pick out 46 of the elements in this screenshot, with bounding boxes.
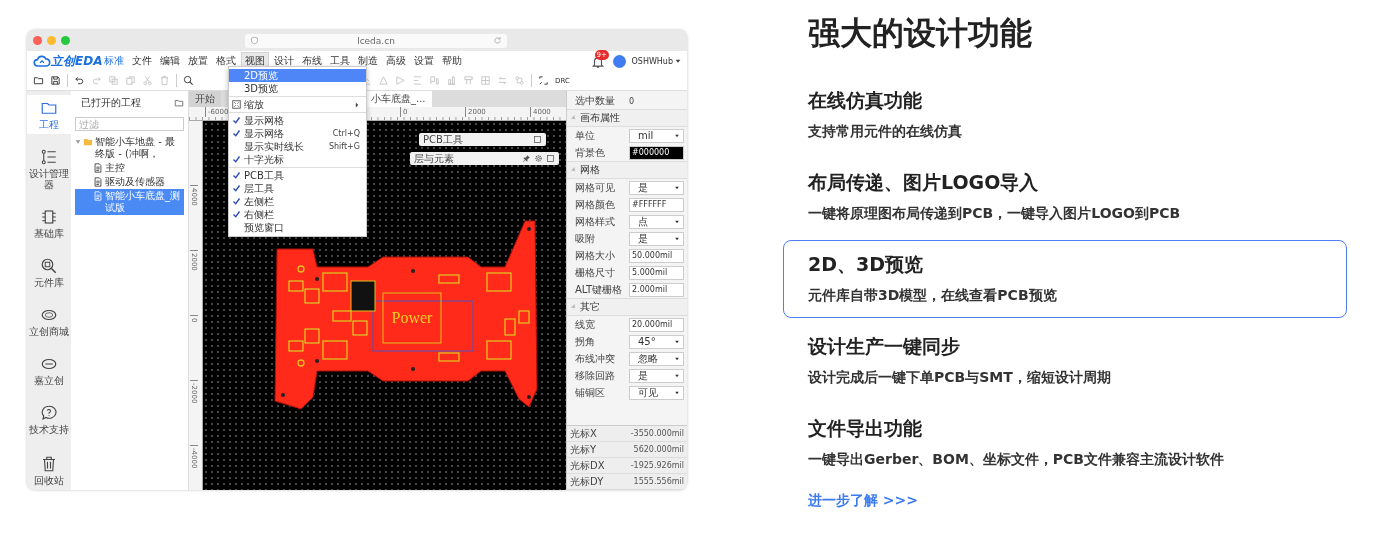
property-label: 布线冲突 — [575, 351, 616, 366]
panel-title: 已打开的工程 — [81, 96, 141, 110]
panel-title: PCB工具 — [423, 133, 464, 146]
cursor-label: 光标X — [570, 426, 598, 441]
cursor-label: 光标Y — [570, 442, 598, 457]
property-label: 网格可见 — [575, 180, 616, 195]
property-label: 选中数量 — [575, 94, 616, 108]
board-label: Power — [391, 309, 433, 326]
feature-title: 在线仿真功能 — [808, 88, 923, 113]
property-label: 吸附 — [575, 231, 596, 246]
shortcut-label: Shift+G — [328, 142, 360, 151]
feature-title: 设计生产一键同步 — [808, 334, 961, 359]
feature-description: 支持常用元件的在线仿真 — [808, 122, 963, 141]
section-title: 其它 — [580, 300, 600, 314]
property-label: 单位 — [575, 128, 596, 143]
property-label: 网格大小 — [575, 248, 616, 263]
feature-title: 文件导出功能 — [808, 416, 923, 441]
property-label: 网格样式 — [575, 214, 616, 229]
cursor-label: 光标DX — [570, 458, 606, 473]
section-heading: 强大的设计功能 — [808, 13, 1033, 54]
panel-title: 层与元素 — [414, 152, 455, 165]
property-label: 线宽 — [575, 317, 596, 332]
cursor-label: 光标DY — [570, 474, 605, 489]
property-label: 背景色 — [575, 145, 606, 160]
cursor-value: 1555.556mil — [632, 477, 684, 486]
property-label: 栅格尺寸 — [575, 265, 616, 280]
property-label: 拐角 — [575, 334, 596, 349]
shortcut-label: Ctrl+Q — [332, 129, 360, 138]
property-label: 铺铜区 — [575, 385, 606, 400]
feature-description: 设计完成后一键下单PCB与SMT，缩短设计周期 — [808, 368, 1112, 387]
property-label: 移除回路 — [575, 368, 616, 383]
feature-description: 一键导出Gerber、BOM、坐标文件，PCB文件兼容主流设计软件 — [808, 450, 1226, 469]
edition-label: 标准 — [104, 54, 125, 68]
selected-count: 0 — [629, 96, 635, 106]
feature-description: 元件库自带3D模型，在线查看PCB预览 — [808, 286, 1058, 305]
app-logo: 立创EDA — [51, 52, 103, 70]
property-label: ALT键栅格 — [575, 282, 624, 297]
feature-description: 一键将原理图布局传递到PCB，一键导入图片LOGO到PCB — [808, 204, 1182, 223]
feature-title: 布局传递、图片LOGO导入 — [808, 170, 1040, 195]
cursor-value: -1925.926mil — [629, 461, 684, 470]
property-label: 网格颜色 — [575, 197, 616, 212]
section-title: 网格 — [580, 163, 600, 177]
cursor-value: 5620.000mil — [632, 445, 684, 454]
cursor-value: -3550.000mil — [629, 429, 684, 438]
feature-title: 2D、3D预览 — [808, 252, 924, 277]
section-title: 画布属性 — [580, 111, 620, 125]
